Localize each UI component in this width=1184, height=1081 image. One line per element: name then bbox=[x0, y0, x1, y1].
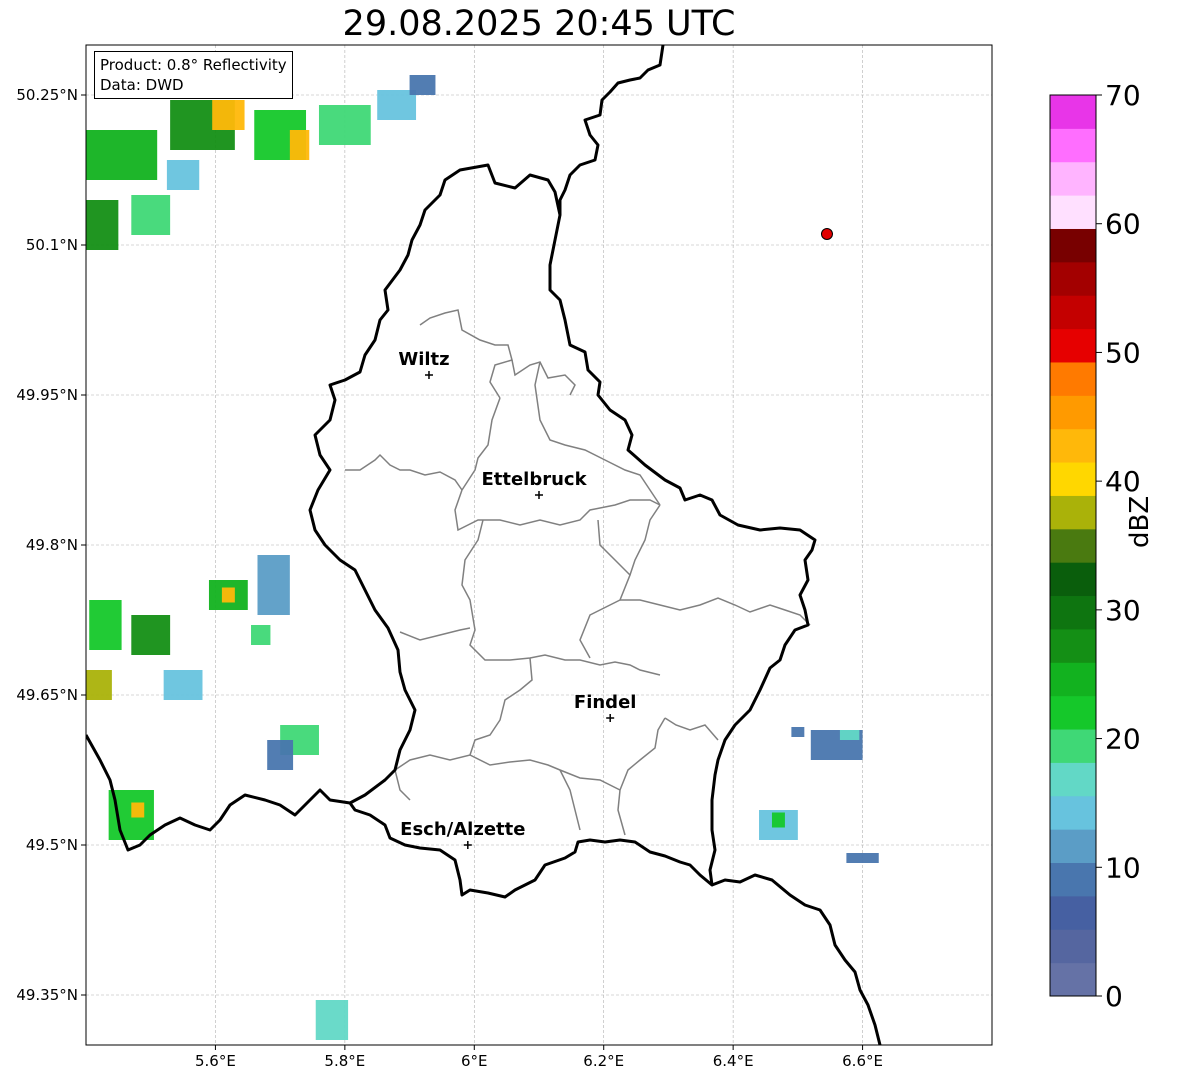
city-label: Wiltz bbox=[398, 349, 449, 370]
radar-echo bbox=[166, 160, 200, 190]
city-label: Ettelbruck bbox=[481, 469, 587, 490]
city-markers: Wiltz Ettelbruck Findel Esch/Alzette bbox=[398, 349, 636, 849]
colorbar-segment bbox=[1050, 161, 1096, 196]
colorbar-tick-label: 20 bbox=[1105, 723, 1141, 756]
colorbar-segment bbox=[1050, 528, 1096, 563]
radar-echo bbox=[318, 105, 371, 145]
lon-tick-label: 6.2°E bbox=[583, 1052, 624, 1070]
radar-reflectivity-layer bbox=[86, 75, 879, 1040]
colorbar-segment bbox=[1050, 495, 1096, 530]
radar-echo bbox=[289, 130, 310, 160]
city-label: Esch/Alzette bbox=[400, 819, 525, 840]
colorbar-segment bbox=[1050, 128, 1096, 163]
lon-tick-label: 6°E bbox=[461, 1052, 488, 1070]
colorbar-segment bbox=[1050, 95, 1096, 129]
colorbar-segment bbox=[1050, 562, 1096, 597]
colorbar-segment bbox=[1050, 595, 1096, 630]
colorbar-segment bbox=[1050, 361, 1096, 396]
colorbar-segment bbox=[1050, 261, 1096, 296]
legend-product: Product: 0.8° Reflectivity bbox=[100, 56, 287, 74]
colorbar-tick-label: 0 bbox=[1105, 980, 1123, 1013]
colorbar-segment bbox=[1050, 428, 1096, 463]
radar-echo bbox=[257, 555, 290, 615]
lat-tick-label: 50.25°N bbox=[16, 86, 78, 104]
gridlines bbox=[86, 45, 992, 1045]
radar-echo bbox=[131, 802, 145, 818]
colorbar-segment bbox=[1050, 662, 1096, 697]
product-legend: Product: 0.8° Reflectivity Data: DWD bbox=[94, 51, 293, 99]
colorbar-segment bbox=[1050, 628, 1096, 663]
lat-tick-label: 50.1°N bbox=[26, 236, 78, 254]
location-dot bbox=[820, 228, 833, 240]
canton-boundaries bbox=[345, 309, 811, 836]
colorbar-segment bbox=[1050, 795, 1096, 830]
location-marker bbox=[820, 228, 833, 240]
colorbar-segment bbox=[1050, 862, 1096, 897]
lat-tick-label: 49.8°N bbox=[26, 536, 78, 554]
radar-echo bbox=[89, 600, 122, 650]
radar-echo bbox=[409, 75, 436, 95]
lon-tick-label: 6.6°E bbox=[842, 1052, 883, 1070]
lat-tick-label: 49.5°N bbox=[26, 836, 78, 854]
radar-echo bbox=[267, 740, 294, 770]
colorbar-tick-label: 40 bbox=[1105, 465, 1141, 498]
radar-echo bbox=[86, 130, 158, 180]
colorbar-tick-label: 10 bbox=[1105, 851, 1141, 884]
colorbar-segment bbox=[1050, 462, 1096, 496]
lat-tick-label: 49.35°N bbox=[16, 986, 78, 1004]
lon-tick-label: 6.4°E bbox=[713, 1052, 754, 1070]
lon-tick-label: 5.8°E bbox=[324, 1052, 365, 1070]
radar-echo bbox=[86, 670, 112, 700]
lon-tick-label: 5.6°E bbox=[195, 1052, 236, 1070]
colorbar-segment bbox=[1050, 328, 1096, 363]
colorbar-segment bbox=[1050, 762, 1096, 797]
lat-tick-label: 49.95°N bbox=[16, 386, 78, 404]
radar-echo bbox=[163, 670, 203, 700]
colorbar-tick-label: 60 bbox=[1105, 208, 1141, 241]
colorbar-segment bbox=[1050, 829, 1096, 864]
colorbar-segment bbox=[1050, 962, 1096, 997]
legend-data-source: Data: DWD bbox=[100, 76, 184, 94]
radar-echo bbox=[131, 195, 171, 235]
radar-echo bbox=[131, 615, 171, 655]
radar-echo bbox=[839, 730, 860, 740]
colorbar-label: dBZ bbox=[1125, 495, 1155, 548]
colorbar-segment bbox=[1050, 395, 1096, 430]
colorbar-tick-label: 50 bbox=[1105, 336, 1141, 369]
colorbar-tick-label: 70 bbox=[1105, 79, 1141, 112]
radar-echo bbox=[846, 853, 879, 863]
lat-tick-label: 49.65°N bbox=[16, 686, 78, 704]
colorbar-segment bbox=[1050, 929, 1096, 964]
radar-map: Wiltz Ettelbruck Findel Esch/Alzette 5.6°E 5… bbox=[16, 44, 1141, 1070]
radar-echo bbox=[212, 100, 245, 130]
radar-echo bbox=[221, 587, 235, 603]
radar-echo bbox=[315, 1000, 349, 1040]
radar-echo bbox=[771, 812, 785, 828]
colorbar-segment bbox=[1050, 295, 1096, 330]
colorbar-segment bbox=[1050, 195, 1096, 229]
colorbar-segment bbox=[1050, 228, 1096, 263]
colorbar-segment bbox=[1050, 895, 1096, 930]
colorbar-tick-label: 30 bbox=[1105, 594, 1141, 627]
city-label: Findel bbox=[574, 692, 637, 713]
colorbar-segment bbox=[1050, 695, 1096, 730]
radar-echo bbox=[791, 727, 805, 737]
radar-echo bbox=[251, 625, 271, 645]
colorbar-segment bbox=[1050, 729, 1096, 763]
